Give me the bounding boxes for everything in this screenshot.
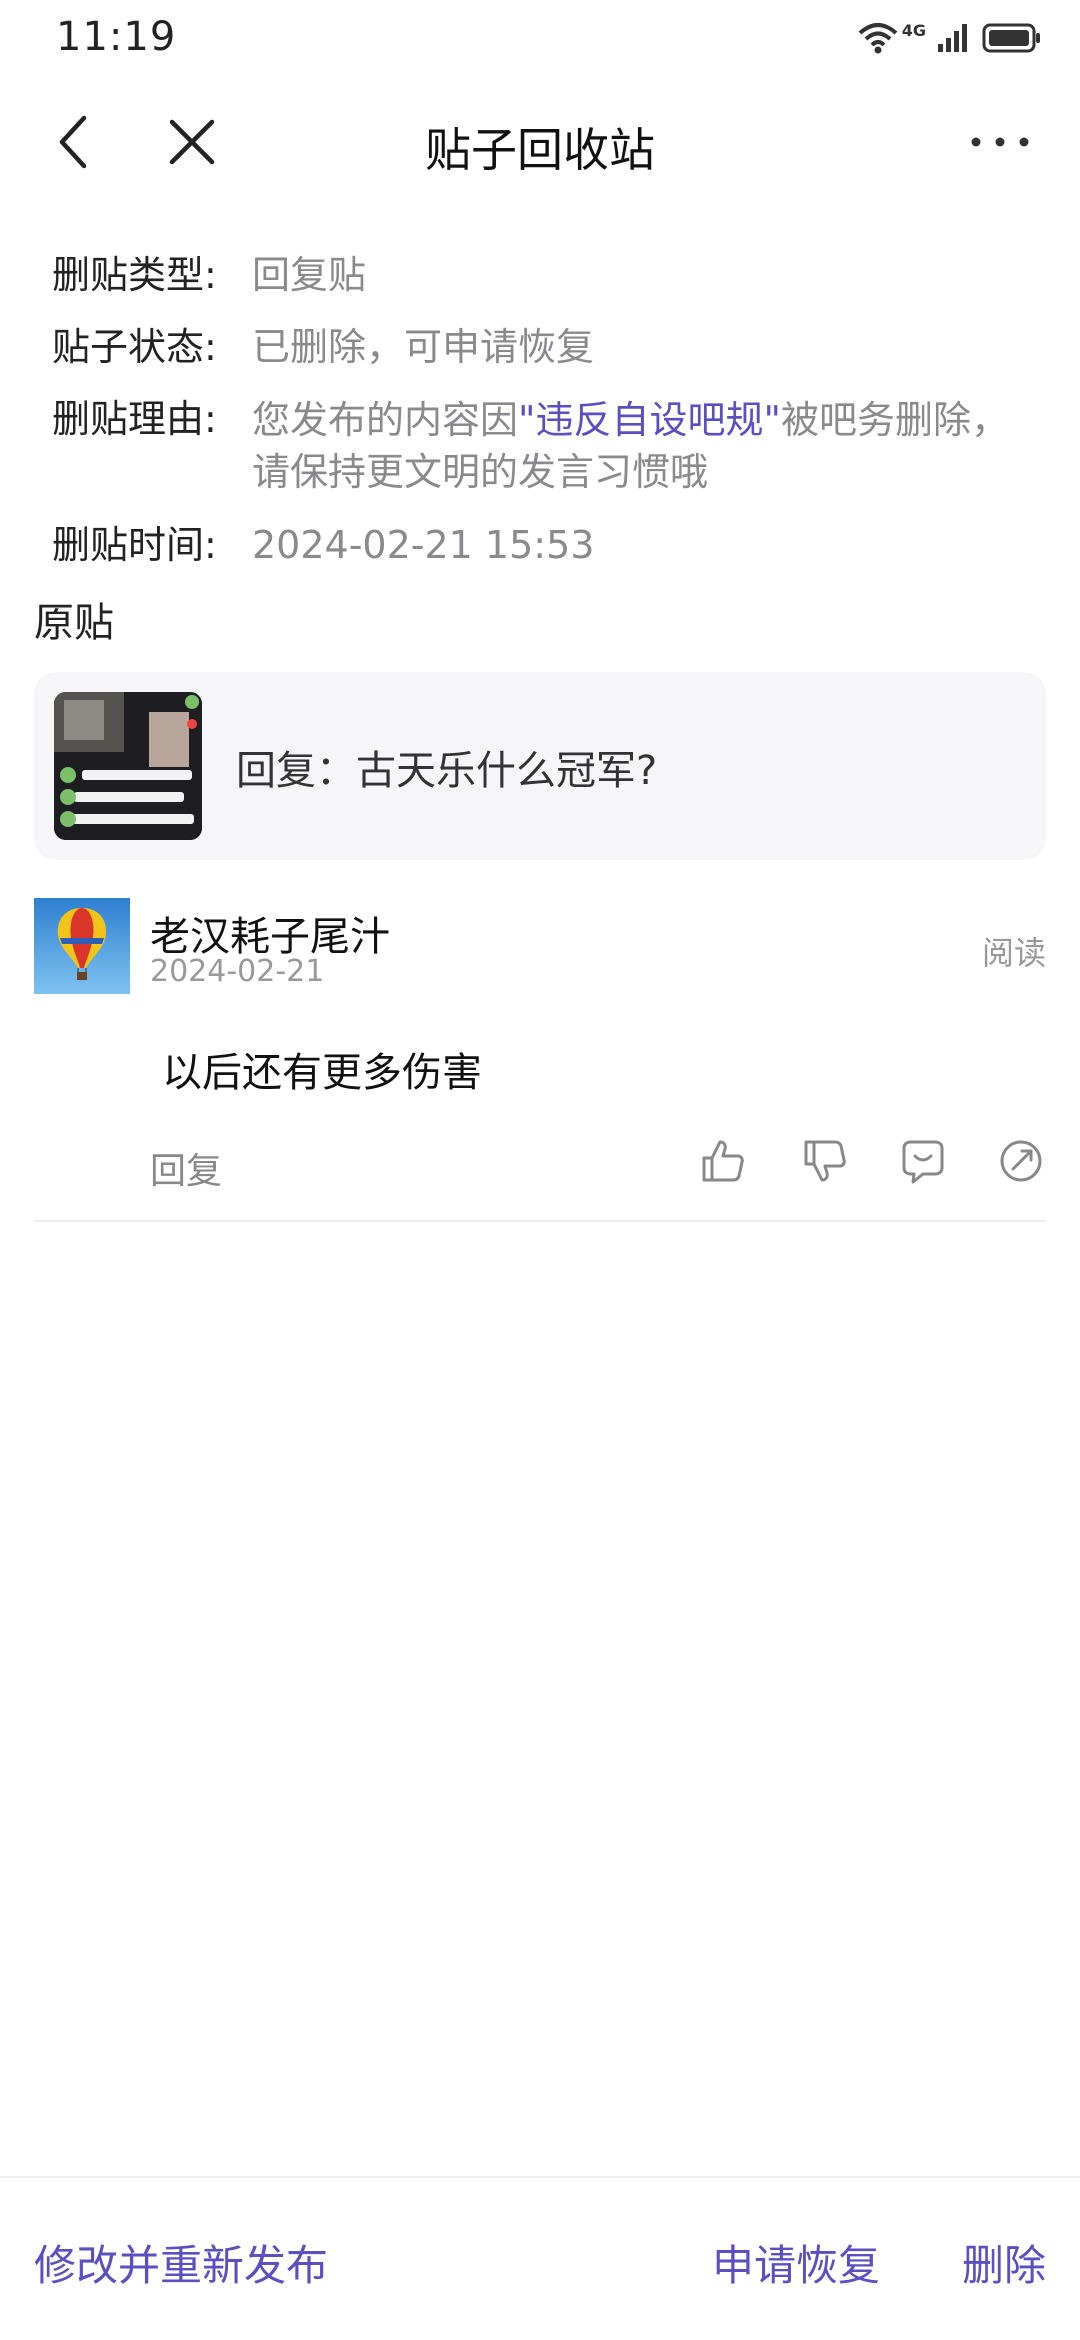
post-content: 以后还有更多伤害	[162, 1050, 482, 1096]
wifi-icon	[858, 23, 898, 54]
info-label: 贴子状态:	[52, 325, 217, 369]
reason-prefix: 您发布的内容因	[252, 398, 519, 442]
divider	[34, 1220, 1046, 1222]
deletion-info: 删贴类型: 回复贴 贴子状态: 已删除，可申请恢复 删贴理由: 您发布的内容因"…	[52, 250, 1032, 592]
thumbs-up-icon[interactable]	[698, 1136, 748, 1186]
info-row-type: 删贴类型: 回复贴	[52, 250, 1032, 300]
post-actions: 回复	[34, 1130, 1046, 1200]
status-bar: 11:19 4G	[0, 0, 1080, 78]
request-restore-button[interactable]: 申请恢复	[712, 2232, 880, 2293]
read-button[interactable]: 阅读	[982, 928, 1046, 974]
nav-bar: 贴子回收站	[0, 92, 1080, 192]
info-value: 2024-02-21 15:53	[252, 523, 595, 567]
original-post-section-label: 原贴	[34, 600, 114, 646]
delete-button[interactable]: 删除	[962, 2232, 1046, 2293]
info-label: 删贴理由:	[52, 397, 217, 441]
info-label: 删贴时间:	[52, 523, 217, 567]
share-icon[interactable]	[996, 1136, 1046, 1186]
post-date: 2024-02-21	[150, 954, 325, 989]
page-title: 贴子回收站	[425, 123, 655, 177]
status-time: 11:19	[56, 14, 177, 60]
info-value-reason: 您发布的内容因"违反自设吧规"被吧务删除，请保持更文明的发言习惯哦	[252, 394, 1032, 498]
info-row-status: 贴子状态: 已删除，可申请恢复	[52, 322, 1032, 372]
info-value: 回复贴	[252, 253, 367, 297]
original-post-title: 回复：古天乐什么冠军?	[236, 748, 658, 794]
info-row-reason: 删贴理由: 您发布的内容因"违反自设吧规"被吧务删除，请保持更文明的发言习惯哦	[52, 394, 1032, 498]
hot-air-balloon-avatar-image	[34, 898, 130, 994]
more-button[interactable]	[960, 112, 1040, 172]
edit-and-repost-button[interactable]: 修改并重新发布	[34, 2232, 328, 2293]
info-row-time: 删贴时间: 2024-02-21 15:53	[52, 520, 1032, 570]
info-value: 已删除，可申请恢复	[252, 325, 595, 369]
avatar[interactable]	[34, 898, 130, 994]
bottom-action-bar: 修改并重新发布 申请恢复 删除	[0, 2176, 1080, 2340]
battery-icon	[982, 23, 1040, 53]
original-post-thumbnail	[54, 692, 202, 840]
status-icons: 4G	[858, 18, 1042, 58]
more-icon	[971, 137, 1029, 147]
reply-button[interactable]: 回复	[150, 1142, 222, 1194]
network-type-label: 4G	[901, 20, 926, 40]
original-post-card[interactable]: 回复：古天乐什么冠军?	[34, 672, 1046, 860]
thumbnail-image	[54, 692, 202, 840]
post-header: 老汉耗子尾汁 2024-02-21 阅读	[34, 898, 1046, 998]
signal-icon	[938, 24, 967, 52]
rules-link[interactable]: "违反自设吧规"	[518, 398, 781, 442]
info-label: 删贴类型:	[52, 253, 217, 297]
thumbs-down-icon[interactable]	[800, 1136, 850, 1186]
comment-icon[interactable]	[898, 1136, 948, 1186]
